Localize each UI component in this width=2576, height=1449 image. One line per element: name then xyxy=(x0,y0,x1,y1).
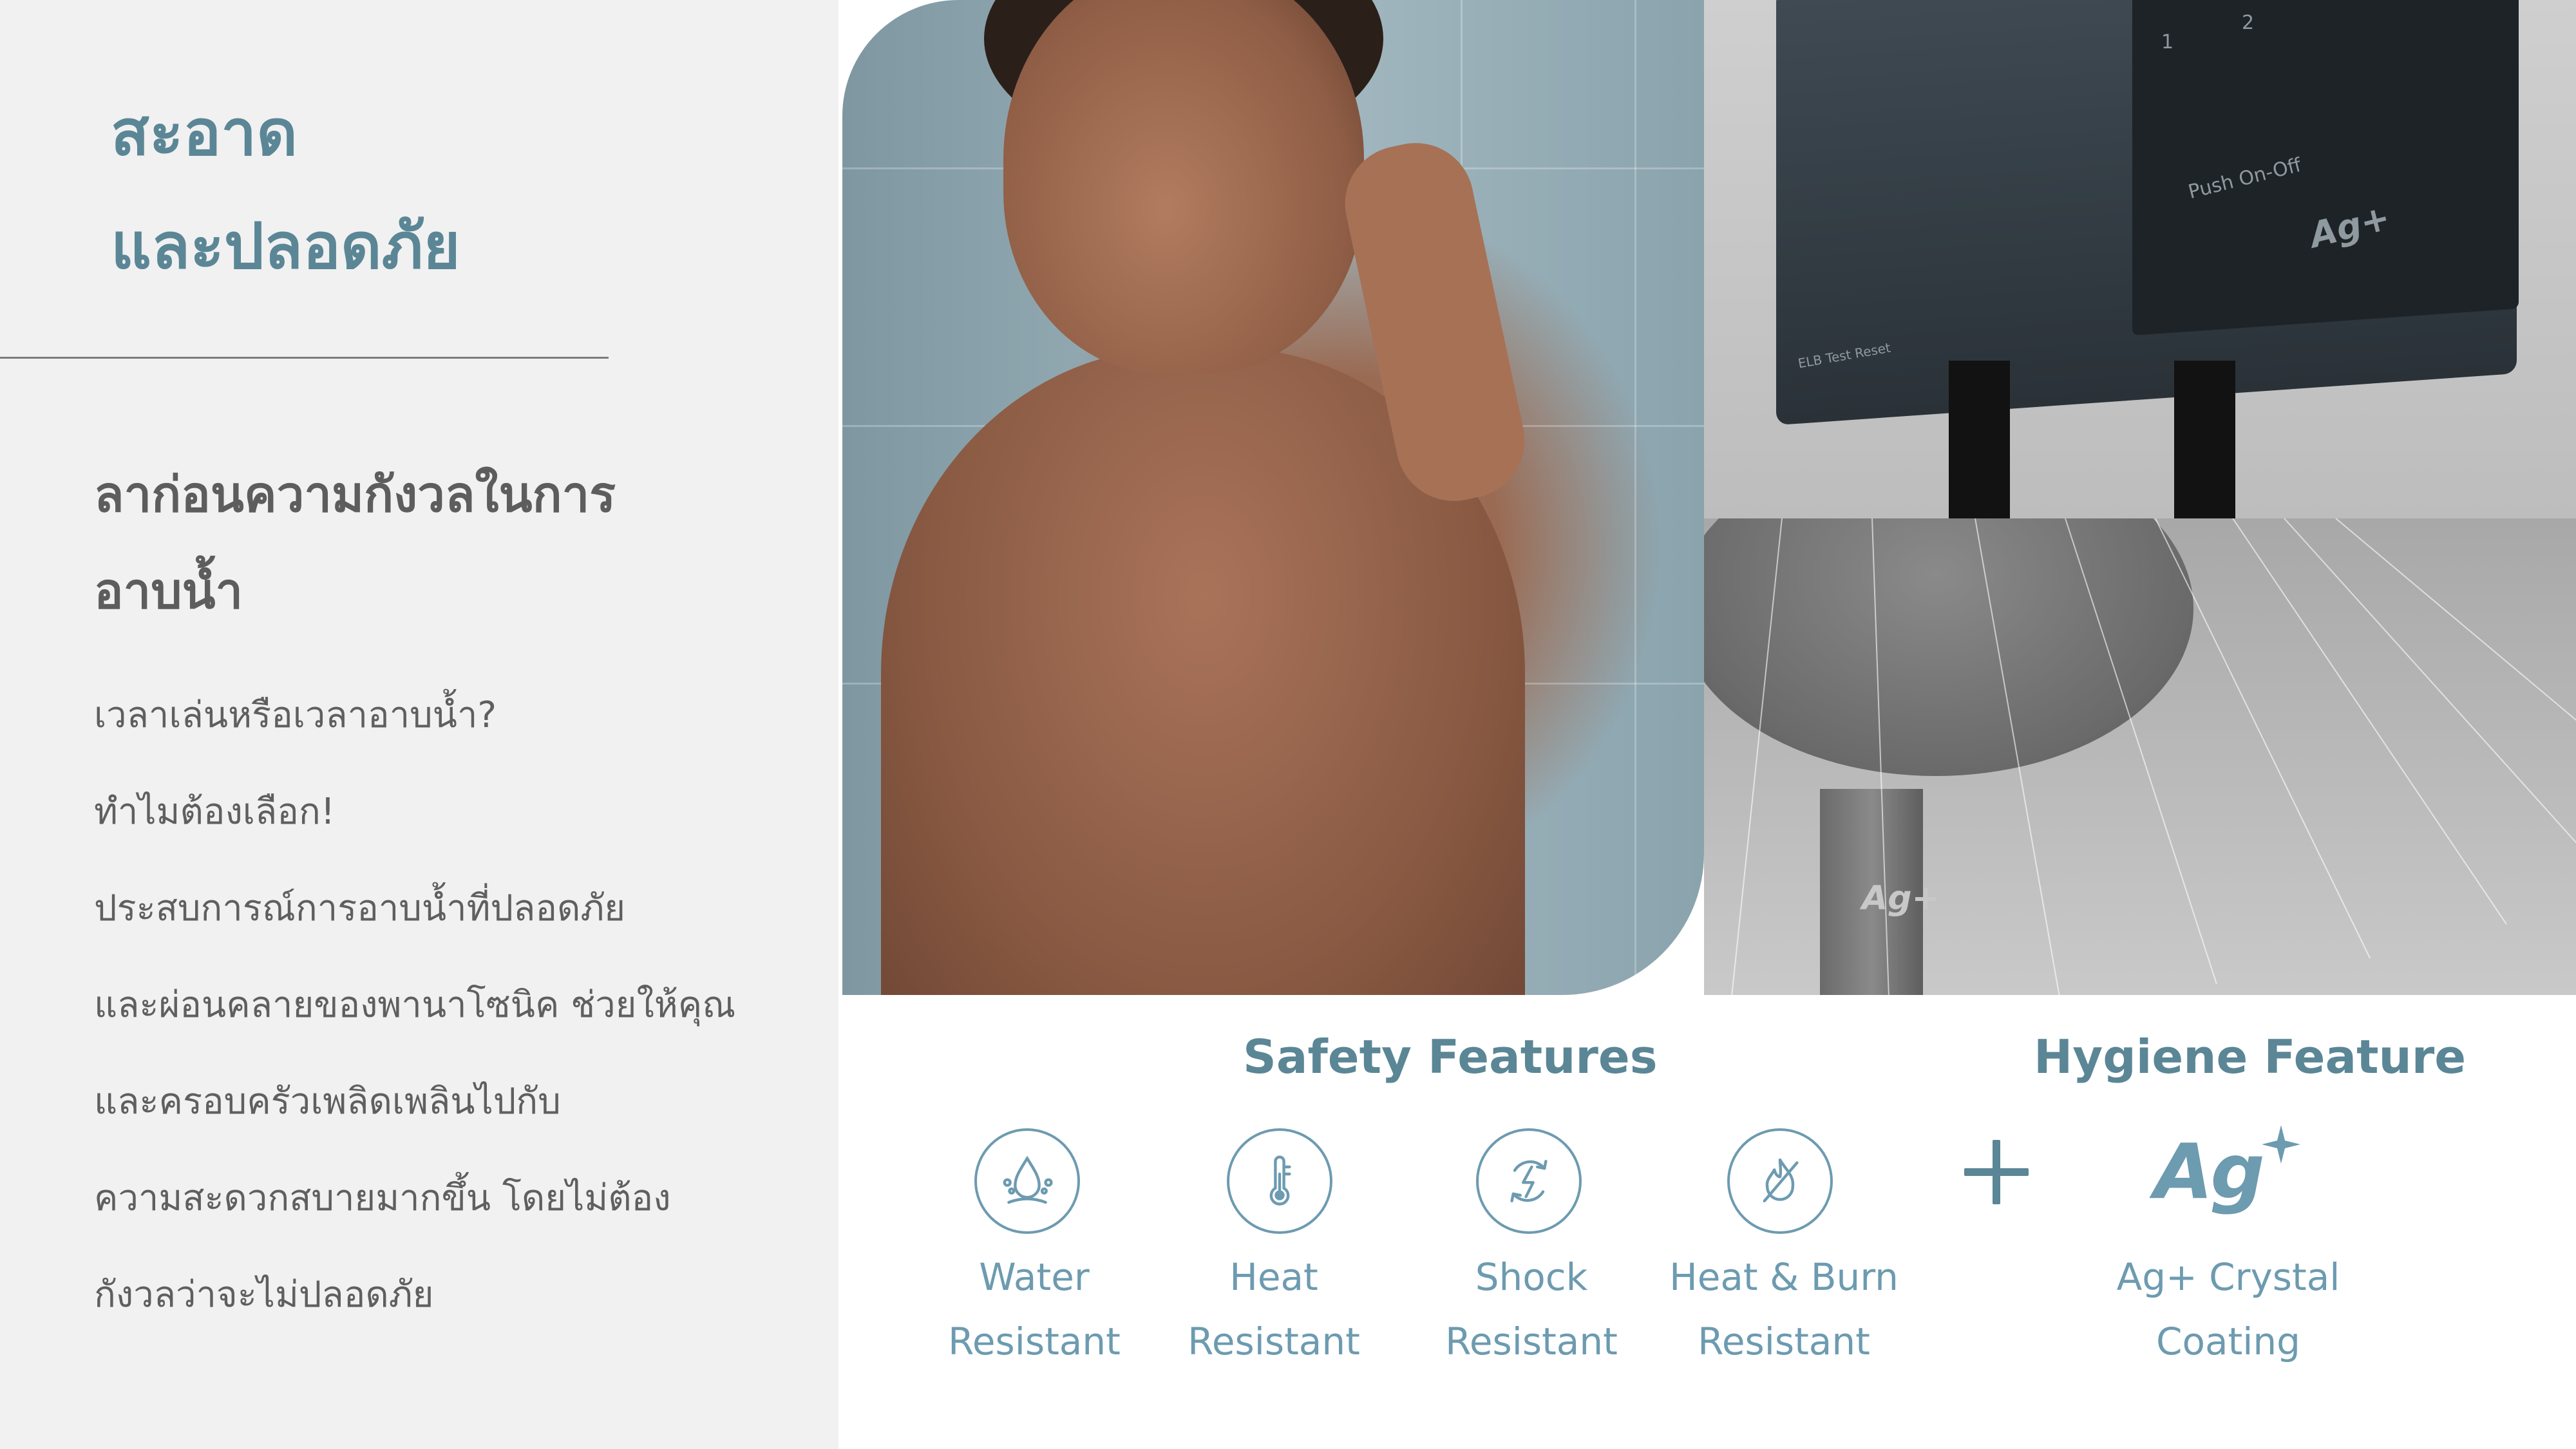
heater-button-2: 2 xyxy=(2242,12,2255,34)
hygiene-feature-title: Hygiene Feature xyxy=(2034,1030,2467,1084)
hygiene-label-line-1: Ag+ Crystal xyxy=(2116,1255,2340,1299)
lightning-icon xyxy=(1476,1128,1582,1234)
feature-label-line-1: Water xyxy=(979,1255,1090,1299)
left-panel: สะอาด และปลอดภัย ลาก่อนความกังวลในการ อา… xyxy=(0,0,838,1449)
subheading-line-1: ลาก่อนความกังวลในการ xyxy=(94,466,616,523)
feature-label-line-2: Resistant xyxy=(1445,1320,1618,1363)
feature-label-line-1: Shock xyxy=(1475,1255,1588,1299)
sparkle-icon xyxy=(2262,1125,2300,1164)
heater-button-1: 1 xyxy=(2161,31,2174,53)
heater-control-panel xyxy=(2132,0,2519,336)
subheading-line-2: อาบน้ำ xyxy=(94,562,243,620)
body-line: ความสะดวกสบายมากขึ้น โดยไม่ต้อง xyxy=(94,1177,671,1219)
thermometer-icon xyxy=(1227,1128,1332,1234)
plus-icon xyxy=(1964,1140,2029,1204)
feature-label-line-2: Resistant xyxy=(1698,1320,1870,1363)
heater-pipe-left xyxy=(1949,361,2010,518)
hygiene-label-line-2: Coating xyxy=(2156,1320,2300,1363)
headline-line-2: และปลอดภัย xyxy=(111,210,460,283)
feature-label-line-2: Resistant xyxy=(1188,1320,1360,1363)
feature-label-line-1: Heat xyxy=(1229,1255,1318,1299)
feature-label-line-1: Heat & Burn xyxy=(1669,1255,1899,1299)
water-heater-photo: 1 2 Push On-Off ELB Test Reset Ag+ xyxy=(1704,0,2576,518)
feature-label-line-2: Resistant xyxy=(948,1320,1121,1363)
no-flame-icon xyxy=(1727,1128,1833,1234)
body-line: ประสบการณ์การอาบน้ำที่ปลอดภัย xyxy=(94,887,626,929)
heater-pipe-right xyxy=(2174,361,2235,518)
water-drop-icon xyxy=(974,1128,1080,1234)
safety-features-title: Safety Features xyxy=(1243,1030,1658,1084)
body-line: และผ่อนคลายของพานาโซนิค ช่วยให้คุณ xyxy=(94,984,736,1026)
headline-line-1: สะอาด xyxy=(111,97,298,170)
boy-head xyxy=(1003,0,1364,374)
boy-showering-photo xyxy=(842,0,1704,995)
body-line: ทำไมต้องเลือก! xyxy=(94,791,336,833)
shower-head-photo: Ag+ xyxy=(1704,518,2576,995)
shower-ag-logo: Ag+ xyxy=(1862,879,1940,918)
body-line: เวลาเล่นหรือเวลาอาบน้ำ? xyxy=(94,694,497,736)
ag-plus-logo: Ag xyxy=(2154,1127,2265,1216)
body-line: และครอบครัวเพลิดเพลินไปกับ xyxy=(94,1081,561,1122)
divider xyxy=(0,357,609,359)
body-line: กังวลว่าจะไม่ปลอดภัย xyxy=(94,1274,434,1316)
